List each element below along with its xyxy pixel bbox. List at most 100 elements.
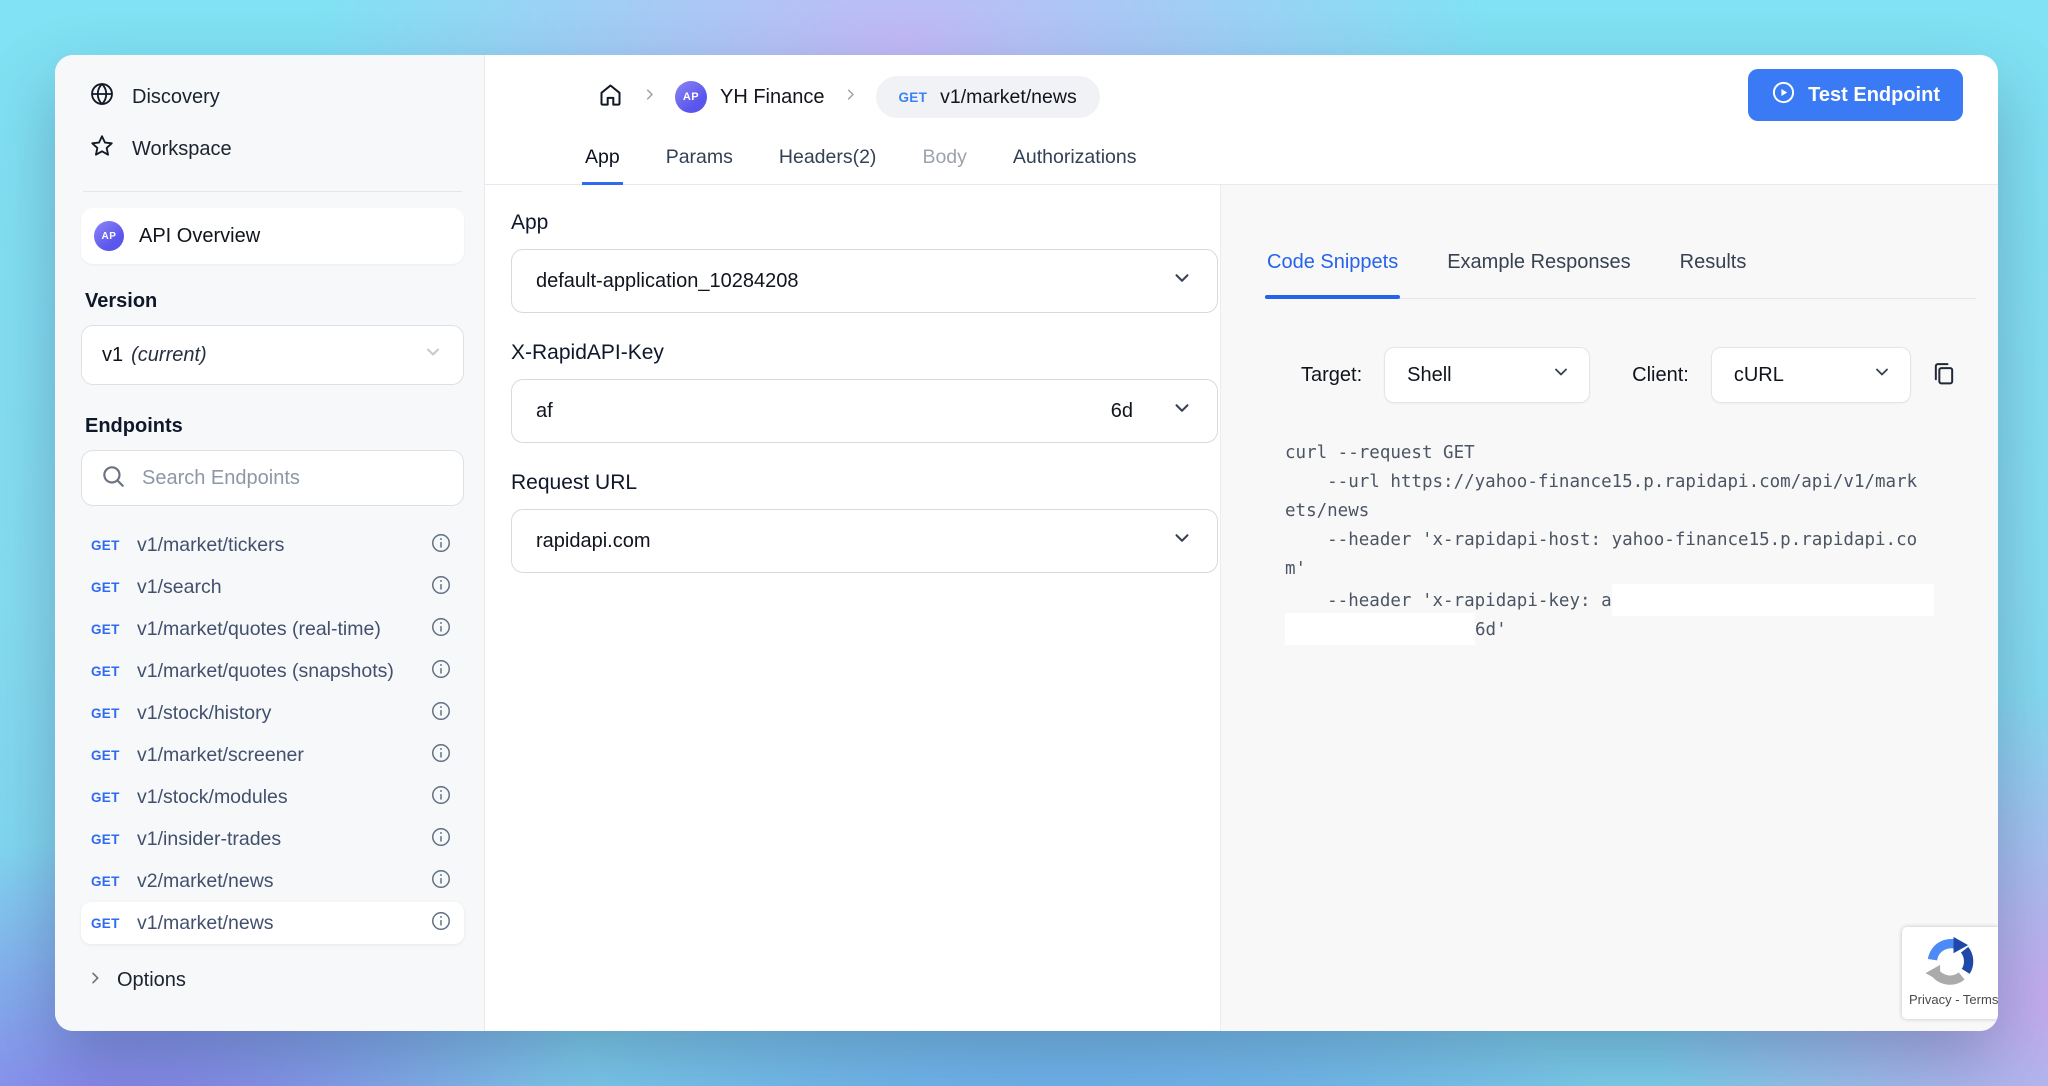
tab-code-snippets[interactable]: Code Snippets: [1265, 241, 1400, 298]
info-icon[interactable]: [430, 616, 452, 643]
sidebar-item-discovery[interactable]: Discovery: [81, 75, 464, 119]
endpoint-row[interactable]: GET v2/market/news: [81, 860, 464, 902]
sidebar-item-api-overview[interactable]: AP API Overview: [81, 208, 464, 264]
info-icon[interactable]: [430, 742, 452, 769]
api-name: YH Finance: [720, 86, 825, 109]
breadcrumb: AP YH Finance GET v1/market/news: [597, 71, 1100, 123]
code-line: 6d': [1285, 613, 1962, 642]
app-group: App default-application_10284208: [511, 211, 1220, 313]
endpoint-path: v1/market/screener: [137, 744, 430, 767]
copy-icon: [1930, 360, 1958, 391]
tab-authorizations[interactable]: Authorizations: [1010, 138, 1140, 185]
method-badge: GET: [91, 748, 137, 763]
endpoint-row[interactable]: GET v1/market/screener: [81, 734, 464, 776]
endpoint-row[interactable]: GET v1/market/quotes (snapshots): [81, 650, 464, 692]
code-line: --header 'x-rapidapi-key: a: [1285, 584, 1962, 613]
endpoint-row[interactable]: GET v1/market/tickers: [81, 524, 464, 566]
tab-results[interactable]: Results: [1678, 241, 1749, 298]
endpoint-row[interactable]: GET v1/stock/history: [81, 692, 464, 734]
endpoint-path: v1/search: [137, 576, 430, 599]
endpoint-row[interactable]: GET v1/search: [81, 566, 464, 608]
tab-params[interactable]: Params: [663, 138, 736, 185]
home-icon[interactable]: [597, 81, 624, 113]
chevron-right-icon: [642, 87, 657, 107]
play-circle-icon: [1771, 80, 1796, 111]
tab-body[interactable]: Body: [919, 138, 969, 185]
panel-tabs: Code Snippets Example Responses Results: [1265, 241, 1976, 299]
target-select[interactable]: Shell: [1384, 347, 1590, 403]
method-badge: GET: [91, 538, 137, 553]
endpoint-row[interactable]: GET v1/insider-trades: [81, 818, 464, 860]
endpoints-heading: Endpoints: [85, 415, 460, 438]
search-icon: [100, 463, 126, 494]
api-overview-label: API Overview: [139, 225, 260, 248]
info-icon[interactable]: [430, 532, 452, 559]
target-select-value: Shell: [1407, 364, 1451, 387]
content-area: App default-application_10284208 X-Rapid…: [485, 185, 1998, 1031]
method-badge: GET: [91, 664, 137, 679]
app-select[interactable]: default-application_10284208: [511, 249, 1218, 313]
endpoint-path: v2/market/news: [137, 870, 430, 893]
key-value-prefix: af: [536, 400, 553, 423]
info-icon[interactable]: [430, 574, 452, 601]
method-badge: GET: [91, 832, 137, 847]
info-icon[interactable]: [430, 826, 452, 853]
url-label: Request URL: [511, 471, 1220, 495]
test-endpoint-button[interactable]: Test Endpoint: [1748, 69, 1963, 121]
url-group: Request URL rapidapi.com: [511, 471, 1220, 573]
recaptcha-privacy-terms: Privacy - Terms: [1902, 992, 1998, 1007]
code-line: m': [1285, 555, 1962, 584]
api-avatar: AP: [94, 221, 124, 251]
url-select-value: rapidapi.com: [536, 530, 651, 553]
info-icon[interactable]: [430, 910, 452, 937]
code-line: curl --request GET: [1285, 439, 1962, 468]
endpoint-list: GET v1/market/tickers GET v1/search GET …: [81, 524, 464, 944]
code-panel: Code Snippets Example Responses Results …: [1220, 185, 1998, 1031]
version-select[interactable]: v1 (current): [81, 325, 464, 385]
sidebar-item-label: Workspace: [132, 138, 232, 161]
endpoint-header: AP YH Finance GET v1/market/news App Par…: [485, 55, 1998, 185]
sidebar-item-workspace[interactable]: Workspace: [81, 127, 464, 171]
code-snippet: curl --request GET --url https://yahoo-f…: [1285, 439, 1962, 642]
method-badge: GET: [91, 580, 137, 595]
endpoint-row[interactable]: GET v1/stock/modules: [81, 776, 464, 818]
key-select[interactable]: af 6d: [511, 379, 1218, 443]
client-select[interactable]: cURL: [1711, 347, 1911, 403]
url-select[interactable]: rapidapi.com: [511, 509, 1218, 573]
request-tabs: App Params Headers(2) Body Authorization…: [582, 138, 1139, 185]
globe-icon: [89, 81, 115, 113]
info-icon[interactable]: [430, 784, 452, 811]
endpoint-path: v1/insider-trades: [137, 828, 430, 851]
breadcrumb-api[interactable]: AP YH Finance: [675, 81, 825, 113]
recaptcha-icon: [1922, 934, 1978, 990]
chevron-down-icon: [1872, 362, 1892, 388]
tab-example-responses[interactable]: Example Responses: [1445, 241, 1632, 298]
endpoint-row-selected[interactable]: GET v1/market/news: [81, 902, 464, 944]
tab-headers[interactable]: Headers(2): [776, 138, 880, 185]
chevron-right-icon: [843, 87, 858, 107]
endpoint-path: v1/market/news: [940, 86, 1077, 109]
tab-app[interactable]: App: [582, 138, 623, 185]
test-endpoint-label: Test Endpoint: [1808, 84, 1940, 107]
search-input[interactable]: [140, 466, 445, 491]
method-badge: GET: [91, 916, 137, 931]
chevron-down-icon: [1551, 362, 1571, 388]
chevron-down-icon: [423, 342, 443, 368]
method-badge: GET: [91, 706, 137, 721]
recaptcha-badge[interactable]: Privacy - Terms: [1902, 927, 1998, 1019]
code-line: --url https://yahoo-finance15.p.rapidapi…: [1285, 468, 1962, 497]
version-note: (current): [131, 344, 207, 367]
client-label: Client:: [1632, 364, 1689, 387]
options-section-toggle[interactable]: Options: [81, 958, 464, 1002]
options-label: Options: [117, 969, 186, 992]
endpoint-row[interactable]: GET v1/market/quotes (real-time): [81, 608, 464, 650]
chevron-right-icon: [87, 969, 103, 992]
chevron-down-icon: [1171, 267, 1193, 295]
snippet-toolbar: Target: Shell Client: cURL: [1301, 347, 1962, 403]
api-avatar: AP: [675, 81, 707, 113]
endpoint-path: v1/stock/history: [137, 702, 430, 725]
info-icon[interactable]: [430, 868, 452, 895]
info-icon[interactable]: [430, 700, 452, 727]
copy-code-button[interactable]: [1926, 356, 1962, 395]
info-icon[interactable]: [430, 658, 452, 685]
